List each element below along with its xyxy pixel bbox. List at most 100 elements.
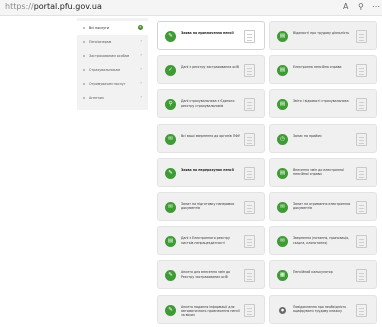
service-card[interactable]: ✎ Заява на призначення пенсії bbox=[157, 21, 265, 50]
document-illustration-icon bbox=[244, 30, 255, 43]
service-title: Відомості про трудову діяльність bbox=[293, 31, 350, 35]
service-card[interactable]: ▦ Пенсійний калькулятор bbox=[269, 260, 377, 290]
sidebar-item-label: Отримувачам послуг bbox=[89, 82, 126, 86]
chevron-right-icon: › bbox=[140, 95, 142, 100]
chevron-right-icon: › bbox=[140, 67, 142, 72]
sidebar-item-label: Страхувальникам bbox=[89, 68, 121, 72]
document-illustration-icon bbox=[244, 166, 255, 180]
sidebar-item-label: Агентам bbox=[89, 96, 104, 100]
bullet-icon bbox=[83, 55, 85, 57]
zoom-icon[interactable]: ⚲ bbox=[358, 2, 364, 11]
service-card[interactable]: ✉ Звернення (питання, пропозиція, скарга,… bbox=[269, 226, 377, 256]
document-illustration-icon bbox=[244, 64, 255, 78]
service-card[interactable]: ✉ Запит на підготовку паперових документі… bbox=[157, 192, 265, 221]
more-menu-icon[interactable]: ⋯ bbox=[372, 2, 380, 11]
document-illustration-icon bbox=[356, 98, 367, 112]
service-title: Дані страхувальника з Єдиного реєстру ст… bbox=[181, 99, 235, 108]
document-illustration-icon bbox=[356, 30, 367, 43]
service-card[interactable]: ▤ Відомості про трудову діяльність bbox=[269, 21, 377, 50]
service-categories-sidebar: Всі послуги 8 Пенсіонерам › Застраховани… bbox=[77, 18, 148, 110]
service-icon: ✉ bbox=[165, 202, 176, 213]
bullet-icon bbox=[83, 83, 85, 85]
service-icon: ✉ bbox=[165, 133, 176, 145]
service-card[interactable]: ▤ Звіти і відомості страхувальника bbox=[269, 89, 377, 119]
document-illustration-icon bbox=[356, 269, 367, 283]
document-illustration-icon bbox=[244, 303, 255, 317]
service-icon: ● bbox=[279, 306, 286, 314]
service-card[interactable]: ⚲ Дані страхувальника з Єдиного реєстру с… bbox=[157, 89, 265, 119]
service-icon: ✓ bbox=[165, 65, 176, 77]
reader-mode-icon[interactable]: A bbox=[343, 2, 348, 11]
service-icon: ✉ bbox=[277, 202, 288, 213]
service-card[interactable]: ▤ Електронна пенсійна справа bbox=[269, 55, 377, 85]
service-icon: ✎ bbox=[165, 167, 176, 179]
sidebar-item-insurers[interactable]: Страхувальникам › bbox=[77, 63, 148, 77]
service-card[interactable]: ✎ Анкета для внесення змін до Реєстру зас… bbox=[157, 260, 265, 290]
sidebar-item-all-services[interactable]: Всі послуги 8 bbox=[77, 21, 148, 35]
document-illustration-icon bbox=[356, 303, 367, 317]
service-card[interactable]: ▤ Дані з Електронного реєстру листків неп… bbox=[157, 226, 265, 256]
service-icon: ✉ bbox=[277, 236, 288, 248]
service-icon: ▤ bbox=[277, 167, 288, 179]
url-host: portal.pfu.gov.ua bbox=[33, 2, 102, 11]
document-illustration-icon bbox=[356, 132, 367, 146]
service-card[interactable]: ◷ Запис на прийом bbox=[269, 123, 377, 153]
chevron-right-icon: › bbox=[140, 53, 142, 58]
document-illustration-icon bbox=[244, 235, 255, 249]
service-title: Всі ваші звернення до органів ПФУ bbox=[181, 133, 240, 138]
sidebar-item-label: Всі послуги bbox=[89, 26, 109, 30]
service-icon: ⚲ bbox=[165, 99, 176, 111]
service-card[interactable]: ✓ Дані з реєстру застрахованих осіб bbox=[157, 55, 265, 85]
browser-address-bar[interactable]: https://portal.pfu.gov.ua A ⚲ ⋯ bbox=[0, 0, 382, 16]
service-icon: ✎ bbox=[165, 304, 176, 316]
service-icon: ◷ bbox=[277, 133, 288, 145]
document-illustration-icon bbox=[356, 64, 367, 78]
service-title: Анкета надання інформації для автоматичн… bbox=[181, 304, 240, 318]
service-card[interactable]: ✎ Заява на перерахунок пенсії bbox=[157, 157, 265, 187]
service-icon: ✎ bbox=[165, 270, 176, 282]
service-card[interactable]: ✉ Всі ваші звернення до органів ПФУ bbox=[157, 123, 265, 153]
service-icon: ▤ bbox=[165, 236, 176, 248]
service-title: Анкета для внесення змін до Реєстру заст… bbox=[181, 270, 231, 279]
chevron-right-icon: › bbox=[140, 39, 142, 44]
service-title: Звіти і відомості страхувальника bbox=[293, 99, 349, 104]
sidebar-item-agents[interactable]: Агентам › bbox=[77, 91, 148, 105]
bullet-icon bbox=[83, 27, 85, 29]
service-title: Дані з реєстру застрахованих осіб bbox=[181, 65, 239, 70]
bullet-icon bbox=[83, 69, 85, 71]
service-title: Запит на отримання електронних документі… bbox=[293, 202, 351, 211]
document-illustration-icon bbox=[244, 201, 255, 214]
service-title: Звернення (питання, пропозиція, скарга, … bbox=[293, 236, 350, 245]
service-card[interactable]: ✎ Анкета надання інформації для автоматич… bbox=[157, 294, 265, 324]
document-illustration-icon bbox=[356, 166, 367, 180]
sidebar-item-label: Пенсіонерам bbox=[89, 40, 112, 44]
service-icon: ▦ bbox=[277, 270, 288, 282]
service-card[interactable]: ▤ Внесення змін до електронної пенсійної … bbox=[269, 157, 377, 187]
bullet-icon bbox=[83, 97, 85, 99]
sidebar-item-insured-persons[interactable]: Застрахованим особам › bbox=[77, 49, 148, 63]
service-card[interactable]: ✉ Запит на отримання електронних документ… bbox=[269, 192, 377, 221]
service-title: Дані з Електронного реєстру листків непр… bbox=[181, 236, 230, 245]
service-icon: ▤ bbox=[277, 99, 288, 111]
service-icon: ✎ bbox=[165, 31, 176, 42]
document-illustration-icon bbox=[244, 98, 255, 112]
service-title: Запис на прийом bbox=[293, 133, 322, 138]
url-text[interactable]: https://portal.pfu.gov.ua bbox=[5, 2, 102, 11]
sidebar-item-service-recipients[interactable]: Отримувачам послуг › bbox=[77, 77, 148, 91]
document-illustration-icon bbox=[244, 132, 255, 146]
service-card[interactable]: ● Повідомлення про необхідність оцифруват… bbox=[269, 294, 377, 324]
url-scheme: https:// bbox=[5, 2, 34, 11]
service-title: Внесення змін до електронної пенсійної с… bbox=[293, 167, 345, 177]
document-illustration-icon bbox=[356, 235, 367, 249]
service-title: Заява на призначення пенсії bbox=[181, 31, 234, 35]
document-illustration-icon bbox=[356, 201, 367, 214]
service-icon: ▤ bbox=[277, 65, 288, 77]
service-icon: ▤ bbox=[277, 31, 288, 42]
bullet-icon bbox=[83, 41, 85, 43]
sidebar-item-label: Застрахованим особам bbox=[89, 54, 130, 58]
service-title: Запит на підготовку паперових документів bbox=[181, 202, 235, 211]
chevron-right-icon: › bbox=[140, 81, 142, 86]
service-title: Заява на перерахунок пенсії bbox=[181, 167, 234, 172]
sidebar-item-pensioners[interactable]: Пенсіонерам › bbox=[77, 35, 148, 49]
document-illustration-icon bbox=[244, 269, 255, 283]
